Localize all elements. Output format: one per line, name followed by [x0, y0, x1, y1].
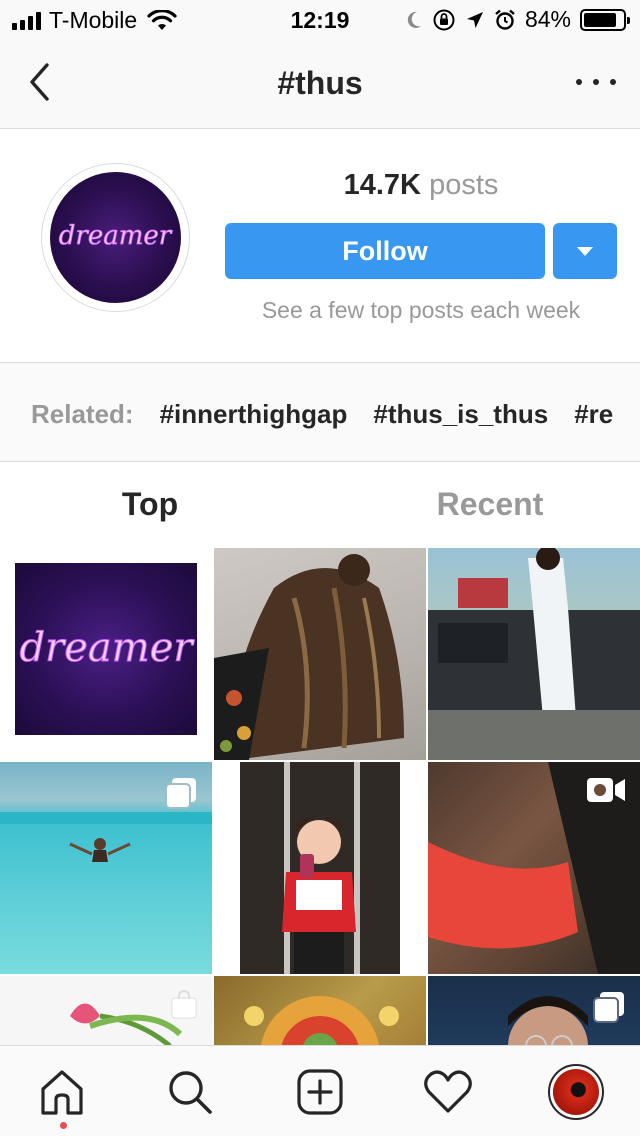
notification-dot [60, 1122, 67, 1129]
grid-post[interactable] [428, 762, 640, 974]
search-icon [169, 1071, 212, 1114]
svg-text:dreamer: dreamer [20, 625, 196, 671]
tab-recent[interactable]: Recent [340, 486, 640, 523]
chevron-down-icon [577, 246, 593, 256]
search-tab[interactable] [160, 1062, 220, 1122]
avatar-image: dreamer [50, 172, 181, 303]
bottom-tab-bar [0, 1045, 640, 1136]
painting-photo [244, 996, 399, 1045]
post-grid: dreamer [0, 548, 640, 1045]
related-hashtags-bar: Related: #innerthighgap #thus_is_thus #r… [0, 363, 640, 462]
grid-post[interactable] [214, 976, 426, 1045]
carousel-icon [165, 778, 196, 809]
neon-sign-image: dreamer [15, 563, 197, 735]
follow-subtitle: See a few top posts each week [261, 297, 581, 323]
avatar-neon-sign: dreamer [58, 221, 173, 252]
related-tag[interactable]: #re [574, 399, 613, 430]
related-label: Related: [31, 399, 134, 429]
grid-post[interactable] [214, 762, 426, 974]
post-count-label: posts [429, 169, 499, 201]
status-bar-right: 84% [405, 6, 630, 33]
battery-icon [580, 8, 630, 31]
battery-percent: 84% [524, 6, 571, 32]
rotation-lock-icon [433, 9, 455, 30]
nav-header: #thus [0, 40, 640, 129]
home-icon [41, 1070, 83, 1115]
profile-tab[interactable] [546, 1062, 606, 1122]
alarm-icon [495, 9, 515, 30]
grid-post[interactable] [428, 548, 640, 760]
related-tag[interactable]: #thus_is_thus [373, 399, 548, 430]
heart-icon [424, 1070, 472, 1113]
svg-text:dreamer: dreamer [59, 221, 173, 251]
carousel-icon [593, 992, 624, 1023]
tab-top[interactable]: Top [0, 486, 300, 523]
feed-tabs: Top Recent [0, 462, 640, 548]
follow-button[interactable]: Follow [225, 223, 545, 279]
shopping-bag-icon [171, 990, 197, 1019]
grid-post[interactable] [428, 976, 640, 1045]
profile-avatar [548, 1064, 604, 1120]
hashtag-avatar[interactable]: dreamer [41, 163, 190, 312]
moon-icon [407, 11, 421, 28]
man-by-car-photo [428, 548, 640, 760]
hair-photo [214, 554, 404, 760]
status-bar: T-Mobile 12:19 84% [0, 0, 640, 40]
activity-tab[interactable] [418, 1062, 478, 1122]
follow-dropdown-button[interactable] [553, 223, 617, 279]
grid-post[interactable] [214, 548, 426, 760]
post-count-number: 14.7K [343, 169, 421, 201]
more-options-button[interactable] [576, 70, 616, 94]
grid-post[interactable] [0, 762, 212, 974]
add-post-tab[interactable] [290, 1062, 350, 1122]
more-options-icon [576, 79, 582, 85]
home-tab[interactable] [32, 1062, 92, 1122]
related-tag[interactable]: #innerthighgap [160, 399, 348, 430]
grid-post[interactable]: dreamer [0, 548, 212, 760]
page-title: #thus [277, 65, 363, 101]
location-arrow-icon [466, 11, 483, 28]
mirror-selfie-photo [240, 762, 400, 974]
hashtag-profile: dreamer 14.7K posts Follow See a few top… [0, 129, 640, 363]
neon-text-graphic: dreamer [19, 625, 196, 672]
add-post-icon [297, 1069, 343, 1115]
battery-fill [584, 12, 616, 27]
grid-post[interactable] [0, 976, 212, 1045]
related-list: Related: #innerthighgap #thus_is_thus #r… [31, 399, 613, 430]
post-count: 14.7K posts [226, 169, 616, 202]
video-icon [587, 778, 625, 802]
